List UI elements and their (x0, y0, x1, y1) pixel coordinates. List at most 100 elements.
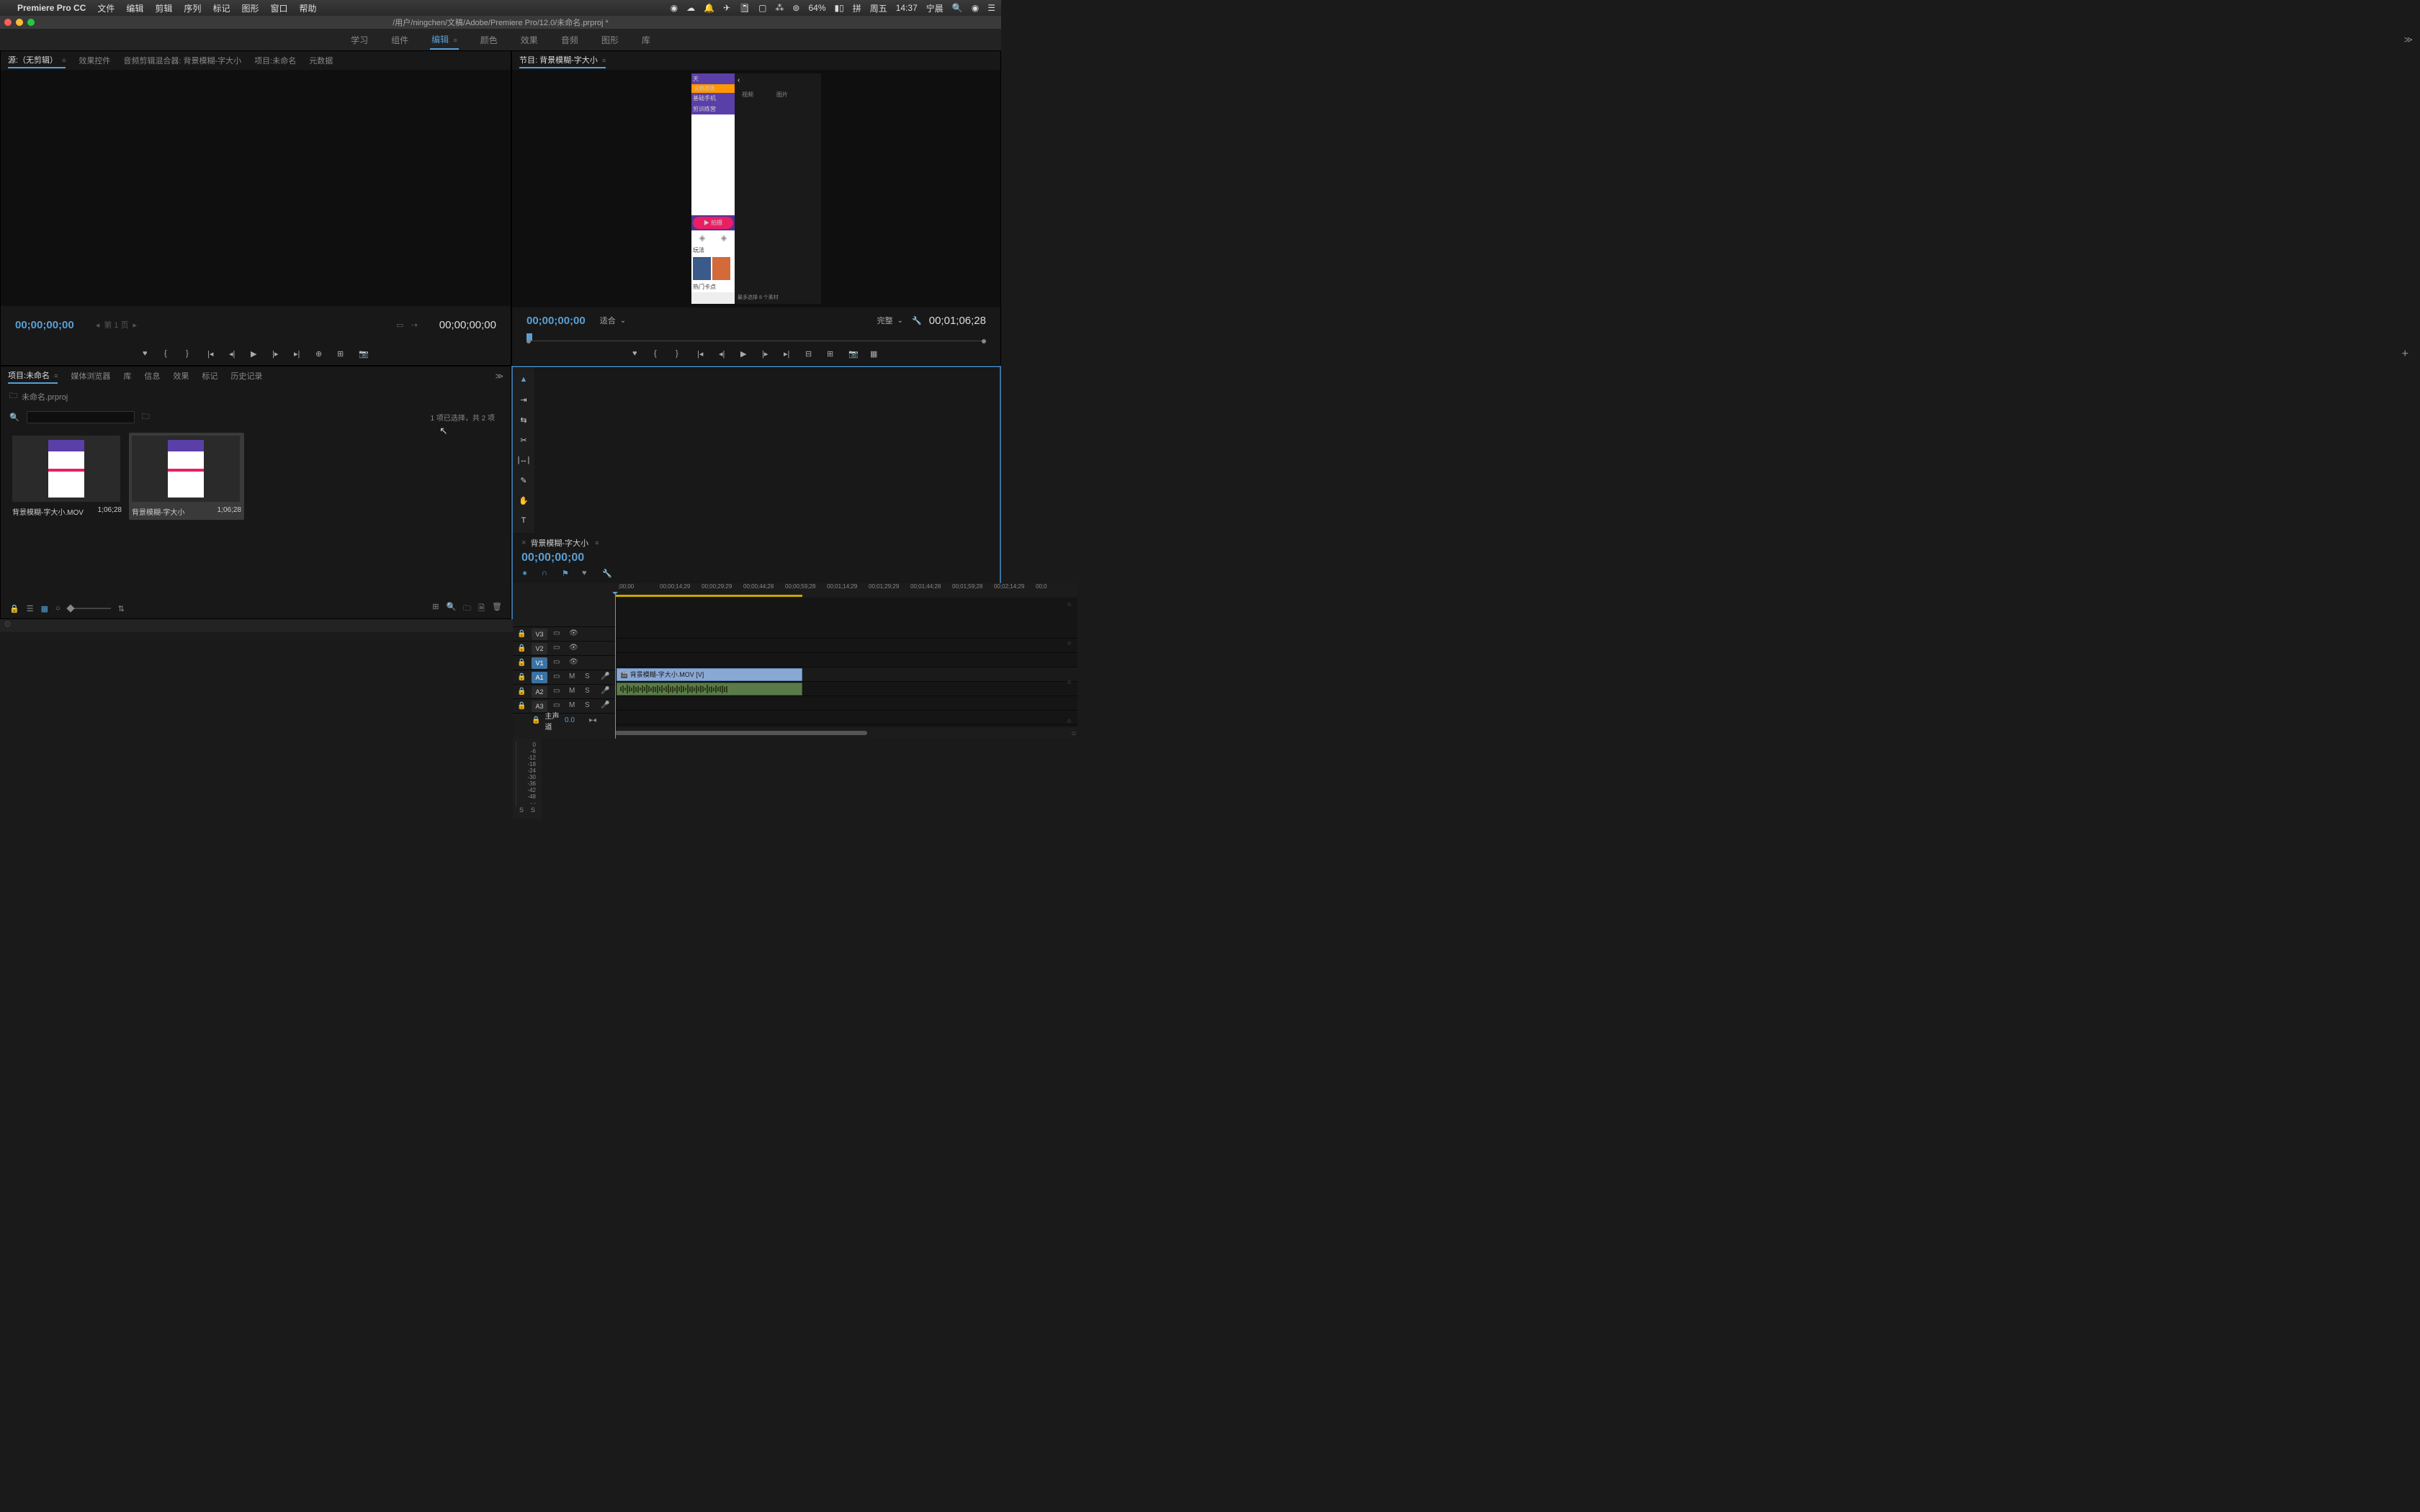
prog-extract-icon[interactable]: ⊞ (827, 349, 837, 359)
toggle-v2-icon[interactable]: ▭ (553, 644, 563, 654)
menubar-user[interactable]: 宁晨 (926, 2, 944, 14)
menu-help[interactable]: 帮助 (299, 2, 316, 14)
in-point-icon[interactable]: { (164, 349, 174, 359)
bin-icon[interactable]: 🗀 (9, 390, 17, 403)
toggle-a2-icon[interactable]: ▭ (553, 687, 563, 697)
workspace-editing[interactable]: 编辑 ≡ (430, 30, 459, 50)
eye-v1-icon[interactable]: 👁 (569, 658, 579, 668)
razor-tool-icon[interactable]: ✂ (517, 433, 530, 446)
record-icon[interactable]: ◉ (671, 3, 678, 13)
close-sequence-icon[interactable]: × (521, 539, 526, 547)
lock-master-icon[interactable]: 🔒 (532, 716, 540, 724)
menu-edit[interactable]: 编辑 (126, 2, 143, 14)
maximize-window-button[interactable] (27, 19, 35, 26)
menubar-day[interactable]: 周五 (870, 2, 887, 14)
menu-sequence[interactable]: 序列 (184, 2, 201, 14)
goto-out-icon[interactable]: ▸| (294, 349, 304, 359)
workspace-audio[interactable]: 音频 (560, 31, 580, 49)
prog-in-icon[interactable]: { (654, 349, 664, 359)
toggle-v3-icon[interactable]: ▭ (553, 629, 563, 639)
master-out-icon[interactable]: ▸◂ (589, 716, 596, 724)
prog-step-fwd-icon[interactable]: |▸ (762, 349, 772, 359)
audio-clip[interactable] (617, 683, 802, 696)
ripple-tool-icon[interactable]: ⇆ (517, 413, 530, 426)
program-duration[interactable]: 00;01;06;28 (929, 315, 986, 327)
slip-tool-icon[interactable]: |↔| (517, 454, 530, 467)
voice-a2-icon[interactable]: 🎤 (601, 687, 611, 697)
solo-a2-icon[interactable]: S (585, 687, 595, 697)
track-label-v1[interactable]: V1 (532, 657, 547, 669)
play-icon[interactable]: ▶ (251, 349, 261, 359)
mute-a2-icon[interactable]: M (569, 687, 579, 697)
notification-icon[interactable]: 🔔 (704, 3, 714, 13)
lock-v2-icon[interactable]: 🔒 (517, 644, 526, 652)
prog-play-icon[interactable]: ▶ (740, 349, 750, 359)
program-timecode[interactable]: 00;00;00;00 (526, 315, 586, 327)
track-a2[interactable] (615, 696, 1077, 710)
track-v1[interactable]: 🎬 背景模糊-字大小.MOV [V] (615, 667, 1077, 681)
mute-a1-icon[interactable]: M (569, 672, 579, 683)
media-browser-tab[interactable]: 媒体浏览器 (71, 369, 110, 383)
program-scrubber[interactable] (526, 333, 986, 343)
library-tab[interactable]: 库 (123, 369, 131, 383)
toggle-a1-icon[interactable]: ▭ (553, 672, 563, 683)
track-label-v3[interactable]: V3 (532, 629, 547, 640)
bluetooth-icon[interactable]: ⁂ (775, 3, 784, 13)
send-icon[interactable]: ✈ (723, 3, 730, 13)
siri-icon[interactable]: ◉ (972, 3, 979, 13)
workspace-color[interactable]: 颜色 (479, 31, 499, 49)
solo-a1-icon[interactable]: S (585, 672, 595, 683)
page-next-icon[interactable]: ▸ (133, 320, 138, 330)
battery-icon[interactable]: ▮▯ (835, 3, 844, 13)
source-drag-icon[interactable]: ⇢ (411, 320, 418, 330)
master-value[interactable]: 0.0 (565, 716, 575, 724)
workspace-menu-icon[interactable]: ≡ (454, 37, 457, 44)
menubar-time[interactable]: 14:37 (896, 3, 918, 13)
battery-percent[interactable]: 64% (808, 3, 825, 13)
trash-icon[interactable]: 🗑 (492, 602, 502, 616)
icon-view-icon[interactable]: ▦ (41, 604, 48, 613)
timeline-playhead[interactable] (615, 595, 616, 739)
track-header-v1[interactable]: 🔒 V1 ▭ 👁 (513, 655, 615, 670)
wechat-icon[interactable]: ☁ (686, 3, 695, 13)
eye-v3-icon[interactable]: 👁 (569, 629, 579, 639)
workspace-overflow-icon[interactable]: ≫ (2403, 35, 2413, 45)
wifi-icon[interactable]: ⊚ (792, 3, 799, 13)
timeline-marker-icon[interactable]: ♥ (582, 569, 592, 579)
prog-button-editor-icon[interactable]: + (2402, 348, 2408, 361)
lock-a2-icon[interactable]: 🔒 (517, 688, 526, 696)
track-header-v3[interactable]: 🔒 V3 ▭ 👁 (513, 626, 615, 641)
menu-marker[interactable]: 标记 (212, 2, 230, 14)
workspace-library[interactable]: 库 (640, 31, 652, 49)
marker-icon[interactable]: ♥ (143, 349, 153, 359)
step-fwd-icon[interactable]: |▸ (272, 349, 282, 359)
insert-icon[interactable]: ⊕ (315, 349, 326, 359)
workspace-effects[interactable]: 效果 (519, 31, 539, 49)
source-timecode-right[interactable]: 00;00;00;00 (439, 319, 496, 331)
menu-graphics[interactable]: 图形 (241, 2, 259, 14)
track-label-v2[interactable]: V2 (532, 643, 547, 654)
program-quality-select[interactable]: 完整 (877, 315, 903, 326)
source-tab-effect-controls[interactable]: 效果控件 (79, 53, 110, 68)
program-monitor-viewport[interactable]: 天 火热退场 基础手机 剪训练营 ▶ 拍摄 ◈◈ 玩法 热门卡点 ‹ 视频 (512, 70, 1000, 307)
effects-tab[interactable]: 效果 (173, 369, 189, 383)
timeline-v-scrollbar[interactable]: ○○○○ (1067, 600, 1075, 724)
project-item-2[interactable]: 背景模糊-字大小1;06;28 (129, 433, 244, 520)
spotlight-icon[interactable]: 🔍 (952, 3, 963, 13)
minimize-window-button[interactable] (16, 19, 23, 26)
menu-window[interactable]: 窗口 (270, 2, 287, 14)
meter-solo-l[interactable]: S (519, 806, 524, 816)
source-tab-metadata[interactable]: 元数据 (309, 53, 333, 68)
prog-goto-out-icon[interactable]: ▸| (784, 349, 794, 359)
goto-in-icon[interactable]: |◂ (207, 349, 218, 359)
snap-icon[interactable]: ⁕ (521, 569, 532, 579)
track-a1[interactable] (615, 681, 1077, 696)
program-wrench-icon[interactable]: 🔧 (912, 316, 922, 325)
timeline-ruler[interactable]: ;00;0000;00;14;2900;00;29;2900;00;44;280… (615, 583, 1077, 595)
timeline-track-area[interactable]: ;00;0000;00;14;2900;00;29;2900;00;44;280… (615, 583, 1077, 739)
eye-v2-icon[interactable]: 👁 (569, 644, 579, 654)
program-fit-select[interactable]: 适合 (600, 315, 626, 326)
page-prev-icon[interactable]: ◂ (96, 320, 100, 330)
prog-out-icon[interactable]: } (676, 349, 686, 359)
project-overflow-icon[interactable]: ≫ (495, 372, 503, 381)
